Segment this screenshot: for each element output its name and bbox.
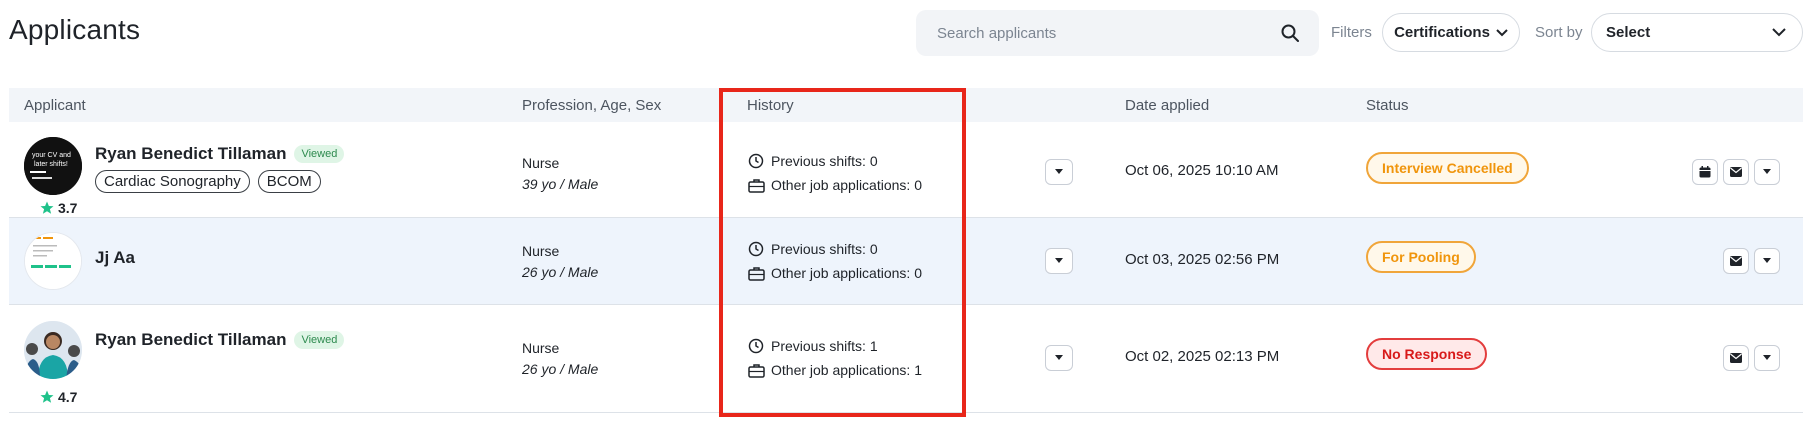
date-applied: Oct 03, 2025 02:56 PM — [1125, 251, 1280, 268]
mail-icon — [1730, 256, 1742, 266]
history-other-applications: Other job applications: 0 — [747, 264, 922, 282]
mail-button[interactable] — [1723, 159, 1749, 185]
status-badge: Interview Cancelled — [1366, 152, 1529, 184]
star-icon — [40, 201, 54, 214]
date-applied: Oct 02, 2025 02:13 PM — [1125, 348, 1280, 365]
avatar[interactable] — [24, 232, 82, 290]
table-row[interactable]: Jj Aa Nurse 26 yo / Male Previous shifts… — [9, 218, 1803, 305]
certification-tag: BCOM — [257, 170, 321, 193]
previous-shifts-text: Previous shifts: 1 — [771, 338, 878, 354]
clock-icon — [747, 337, 765, 355]
star-icon — [40, 390, 54, 403]
profession: Nurse — [522, 340, 560, 356]
rating: 3.7 — [40, 200, 77, 216]
table-row[interactable]: your CV and later shifts! Ryan Benedict T… — [9, 122, 1803, 218]
column-history: History — [747, 97, 794, 114]
expand-row-button[interactable] — [1045, 159, 1073, 185]
search-icon[interactable] — [1279, 22, 1301, 44]
mail-icon — [1730, 353, 1742, 363]
other-applications-text: Other job applications: 0 — [771, 177, 922, 193]
column-applicant: Applicant — [24, 97, 86, 114]
caret-down-icon — [1763, 258, 1771, 263]
other-applications-text: Other job applications: 0 — [771, 265, 922, 281]
applicant-name-text[interactable]: Ryan Benedict Tillaman — [95, 330, 286, 349]
chevron-down-icon — [1772, 28, 1786, 37]
table-row[interactable]: Ryan Benedict Tillaman Viewed 4.7 Nurse 2… — [9, 305, 1803, 413]
column-date-applied: Date applied — [1125, 97, 1210, 114]
sortby-label: Sort by — [1535, 24, 1583, 41]
age-sex: 26 yo / Male — [522, 361, 599, 377]
sort-dropdown[interactable]: Select — [1591, 13, 1803, 52]
applicants-table: Applicant Profession, Age, Sex History D… — [9, 88, 1803, 413]
clock-icon — [747, 240, 765, 258]
certifications-label: Certifications — [1394, 24, 1490, 41]
search-input[interactable] — [937, 24, 1279, 42]
more-actions-button[interactable] — [1754, 345, 1780, 371]
profession: Nurse — [522, 155, 560, 171]
profession: Nurse — [522, 243, 560, 259]
history-previous-shifts: Previous shifts: 0 — [747, 152, 878, 170]
mail-icon — [1730, 167, 1742, 177]
certifications-dropdown[interactable]: Certifications — [1382, 13, 1520, 52]
certification-tag: Cardiac Sonography — [95, 170, 250, 193]
chevron-down-icon — [1496, 28, 1508, 36]
applicant-name-text[interactable]: Ryan Benedict Tillaman — [95, 144, 286, 163]
briefcase-icon — [747, 176, 765, 194]
avatar[interactable]: your CV and later shifts! — [24, 137, 82, 195]
expand-row-button[interactable] — [1045, 248, 1073, 274]
calendar-icon — [1699, 166, 1711, 178]
caret-down-icon — [1055, 355, 1063, 360]
status-badge: For Pooling — [1366, 241, 1476, 273]
rating-value: 4.7 — [58, 389, 78, 405]
expand-row-button[interactable] — [1045, 345, 1073, 371]
more-actions-button[interactable] — [1754, 248, 1780, 274]
history-previous-shifts: Previous shifts: 0 — [747, 240, 878, 258]
svg-text:later shifts!: later shifts! — [34, 161, 68, 168]
status-badge: No Response — [1366, 338, 1488, 370]
applicant-name[interactable]: Ryan Benedict Tillaman Viewed — [95, 144, 345, 164]
mail-button[interactable] — [1723, 248, 1749, 274]
column-status: Status — [1366, 97, 1409, 114]
briefcase-icon — [747, 264, 765, 282]
caret-down-icon — [1055, 258, 1063, 263]
rating-value: 3.7 — [58, 200, 78, 216]
rating: 4.7 — [40, 389, 77, 405]
clock-icon — [747, 152, 765, 170]
table-header: Applicant Profession, Age, Sex History D… — [9, 88, 1803, 122]
svg-text:your CV and: your CV and — [32, 152, 71, 159]
previous-shifts-text: Previous shifts: 0 — [771, 241, 878, 257]
history-other-applications: Other job applications: 1 — [747, 361, 922, 379]
page-title: Applicants — [9, 14, 141, 45]
caret-down-icon — [1763, 355, 1771, 360]
applicant-name[interactable]: Ryan Benedict Tillaman Viewed — [95, 330, 345, 350]
certification-tags: Cardiac Sonography BCOM — [95, 170, 321, 193]
avatar[interactable] — [24, 321, 82, 379]
date-applied: Oct 06, 2025 10:10 AM — [1125, 162, 1279, 179]
sort-value: Select — [1606, 24, 1651, 41]
previous-shifts-text: Previous shifts: 0 — [771, 153, 878, 169]
age-sex: 39 yo / Male — [522, 176, 599, 192]
filters-label: Filters — [1331, 24, 1372, 41]
viewed-badge: Viewed — [294, 145, 345, 163]
mail-button[interactable] — [1723, 345, 1749, 371]
column-profession: Profession, Age, Sex — [522, 97, 662, 114]
history-other-applications: Other job applications: 0 — [747, 176, 922, 194]
history-previous-shifts: Previous shifts: 1 — [747, 337, 878, 355]
more-actions-button[interactable] — [1754, 159, 1780, 185]
applicant-name[interactable]: Jj Aa — [95, 248, 135, 268]
briefcase-icon — [747, 361, 765, 379]
caret-down-icon — [1763, 169, 1771, 174]
age-sex: 26 yo / Male — [522, 264, 599, 280]
other-applications-text: Other job applications: 1 — [771, 362, 922, 378]
viewed-badge: Viewed — [294, 331, 345, 349]
calendar-button[interactable] — [1692, 159, 1718, 185]
search-box[interactable] — [916, 10, 1319, 56]
caret-down-icon — [1055, 169, 1063, 174]
